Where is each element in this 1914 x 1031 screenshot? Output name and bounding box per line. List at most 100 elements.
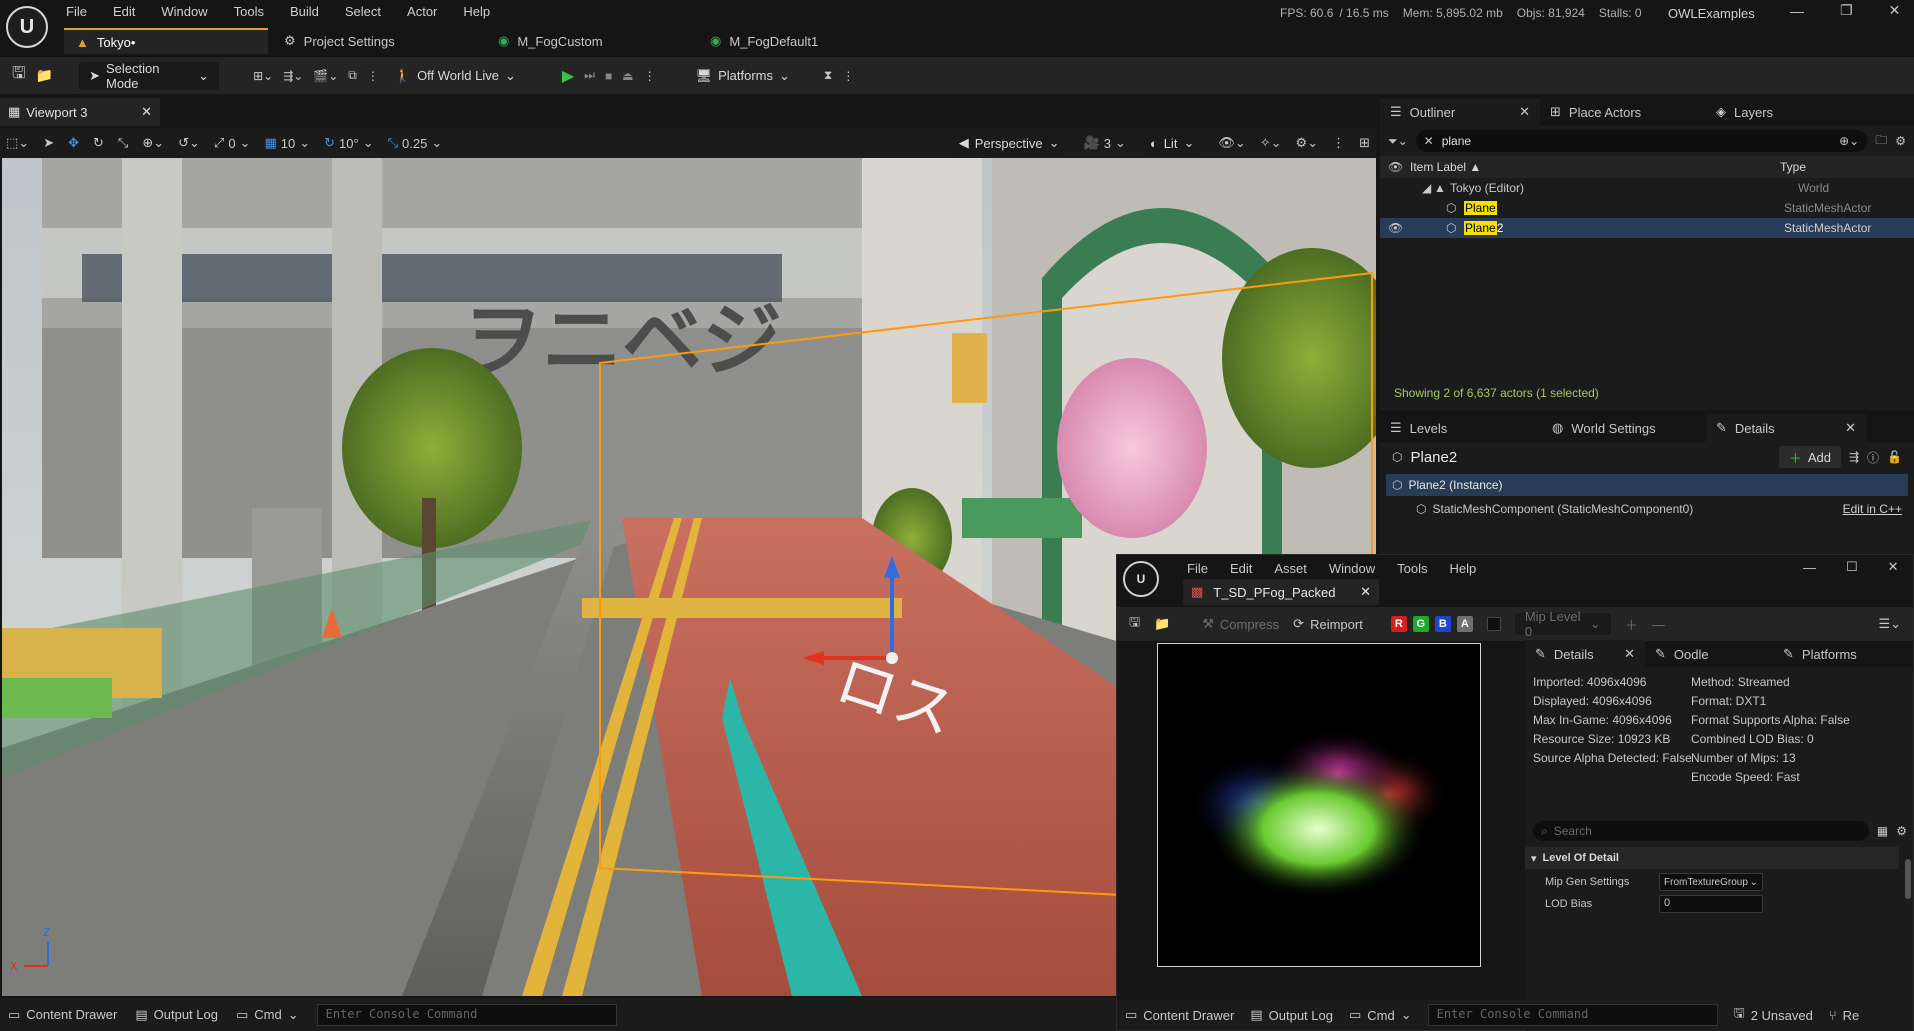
te-tab-oodle[interactable]: ✎ Oodle (1645, 640, 1773, 668)
transform-mode-icon[interactable]: ⬚⌄ (6, 135, 29, 151)
blue-channel-toggle[interactable]: B (1434, 616, 1451, 632)
step-icon[interactable]: ⏭ (584, 68, 595, 83)
lock-icon[interactable]: 🔓 (1887, 450, 1902, 464)
save-icon[interactable]: 🖫 (1129, 613, 1140, 635)
perspective-dropdown[interactable]: ◀ Perspective ⌄ (948, 132, 1070, 154)
te-menu-help[interactable]: Help (1449, 561, 1476, 576)
more-icon[interactable]: ⋮ (842, 69, 854, 83)
tab-place-actors[interactable]: ⊞ Place Actors (1540, 98, 1706, 126)
unsaved-button[interactable]: 🖫 2 Unsaved (1734, 1004, 1813, 1026)
scale-snap[interactable]: ⤡ 0.25 ⌄ (388, 135, 443, 151)
camera-speed[interactable]: 🎥 3 ⌄ (1084, 135, 1126, 151)
te-menu-asset[interactable]: Asset (1274, 561, 1307, 576)
view-mode-dropdown[interactable]: ◐ Lit ⌄ (1139, 132, 1205, 154)
te-content-drawer-button[interactable]: ▭ Content Drawer (1125, 1007, 1234, 1023)
select-tool-icon[interactable]: ➤ (43, 135, 54, 151)
compress-button[interactable]: ⚒ Compress (1202, 616, 1279, 632)
tree-row-plane2[interactable]: 👁 ⬡ Plane2 StaticMeshActor (1380, 218, 1914, 238)
save-icon[interactable]: 🖫 (12, 62, 26, 89)
mip-gen-dropdown[interactable]: FromTextureGroup ⌄ (1659, 873, 1763, 891)
minimize-icon[interactable]: — (1790, 3, 1804, 19)
more-icon[interactable]: ⋮ (1332, 135, 1345, 151)
close-icon[interactable]: ✕ (1360, 584, 1371, 600)
te-menu-tools[interactable]: Tools (1397, 561, 1427, 576)
visibility-icon[interactable]: 👁 (1388, 160, 1410, 174)
rotate-tool-icon[interactable]: ↻ (93, 135, 104, 151)
tree-row-plane[interactable]: ⬡ Plane StaticMeshActor (1380, 198, 1914, 218)
console-input[interactable]: Enter Console Command (316, 1003, 617, 1026)
move-tool-icon[interactable]: ✥ (68, 135, 79, 151)
expand-icon[interactable]: ◢ (1422, 181, 1434, 195)
maximize-icon[interactable]: ☐ (1846, 559, 1858, 575)
menu-icon[interactable]: ☰⌄ (1878, 616, 1901, 632)
viewport-tab[interactable]: ▦ Viewport 3 ✕ (0, 98, 160, 126)
scrollbar[interactable] (1905, 859, 1911, 899)
content-drawer-button[interactable]: ▭ Content Drawer (8, 1007, 117, 1023)
more-icon[interactable]: ⋮ (644, 69, 656, 83)
help-icon[interactable]: ⓘ (1867, 449, 1879, 466)
platforms-dropdown[interactable]: 🖥 Platforms ⌄ (690, 62, 796, 90)
col-type[interactable]: Type (1780, 160, 1806, 174)
te-menu-window[interactable]: Window (1329, 561, 1375, 576)
world-space-icon[interactable]: ⊕⌄ (142, 135, 164, 151)
close-icon[interactable]: ✕ (141, 104, 152, 120)
lod-bias-input[interactable]: 0 (1659, 895, 1763, 913)
instance-row[interactable]: ⬡ Plane2 (Instance) (1386, 474, 1908, 496)
world-dropdown[interactable]: 🚶 Off World Live ⌄ (389, 62, 522, 90)
tab-texture-asset[interactable]: ▩ T_SD_PFog_Packed ✕ (1183, 579, 1379, 605)
menu-edit[interactable]: Edit (113, 4, 149, 19)
show-icon[interactable]: 👁⌄ (1218, 135, 1245, 151)
save-filter-icon[interactable]: 🗀 (1875, 131, 1887, 152)
edit-in-cpp-link[interactable]: Edit in C++ (1843, 502, 1902, 516)
te-console-input[interactable]: Enter Console Command (1427, 1004, 1718, 1026)
close-icon[interactable]: ✕ (1519, 104, 1530, 120)
menu-build[interactable]: Build (290, 4, 333, 19)
menu-file[interactable]: File (66, 4, 101, 19)
visibility-icon[interactable]: 👁 (1388, 221, 1446, 235)
tab-tokyo[interactable]: ▲ Tokyo• (64, 28, 268, 54)
menu-select[interactable]: Select (345, 4, 395, 19)
scale-tool-icon[interactable]: ⤡ (118, 135, 128, 151)
tab-layers[interactable]: ◈ Layers (1706, 98, 1783, 126)
add-component-button[interactable]: ＋ Add (1778, 446, 1841, 468)
texture-preview[interactable] (1157, 643, 1481, 967)
tab-outliner[interactable]: ☰ Outliner ✕ (1380, 98, 1540, 126)
tree-row-world[interactable]: ◢ ▲ Tokyo (Editor) World (1380, 178, 1914, 198)
mip-level-dropdown[interactable]: Mip Level 0 ⌄ (1514, 609, 1611, 639)
menu-window[interactable]: Window (161, 4, 221, 19)
add-filter-icon[interactable]: ⊕⌄ (1839, 134, 1859, 148)
tab-levels[interactable]: ☰ Levels (1380, 414, 1542, 442)
browse-icon[interactable]: 📁 (36, 67, 53, 84)
blueprint-icon[interactable]: ⇶⌄ (283, 69, 303, 83)
unreal-logo-icon[interactable]: U (1123, 561, 1159, 597)
plus-icon[interactable]: ＋ (1625, 615, 1638, 634)
restore-icon[interactable]: ❐ (1840, 2, 1853, 19)
outliner-search-input[interactable]: ✕ plane ⊕⌄ (1415, 130, 1868, 152)
menu-tools[interactable]: Tools (234, 4, 278, 19)
te-tab-details[interactable]: ✎ Details ✕ (1525, 640, 1645, 668)
actor-name[interactable]: Plane2 (1410, 449, 1770, 466)
output-log-button[interactable]: ▤ Output Log (135, 1007, 218, 1023)
stop-icon[interactable]: ■ (605, 69, 612, 83)
table-view-icon[interactable]: ▦ (1877, 824, 1888, 838)
viewport-settings-icon[interactable]: ⚙⌄ (1296, 135, 1319, 151)
cmd-dropdown[interactable]: ▭ Cmd ⌄ (236, 1007, 299, 1023)
surface-snap-icon[interactable]: ↺⌄ (178, 135, 200, 151)
close-icon[interactable]: ✕ (1624, 646, 1635, 662)
layout-icon[interactable]: ⊞ (1359, 135, 1370, 151)
cinematics-icon[interactable]: 🎬⌄ (313, 69, 338, 83)
reimport-button[interactable]: ⟳ Reimport (1293, 616, 1363, 632)
tab-m-fogcustom[interactable]: ◉ M_FogCustom (486, 28, 615, 54)
clear-search-icon[interactable]: ✕ (1424, 134, 1434, 148)
tab-details[interactable]: ✎ Details ✕ (1706, 414, 1866, 442)
green-channel-toggle[interactable]: G (1412, 616, 1429, 632)
close-icon[interactable]: ✕ (1889, 2, 1901, 19)
component-row[interactable]: ⬡ StaticMeshComponent (StaticMeshCompone… (1386, 498, 1908, 520)
settings-icon[interactable]: ⚙ (1895, 134, 1906, 148)
eject-icon[interactable]: ⏏ (622, 69, 633, 83)
te-output-log-button[interactable]: ▤ Output Log (1250, 1007, 1333, 1023)
tab-m-fogdefault1[interactable]: ◉ M_FogDefault1 (698, 28, 830, 54)
unreal-logo-icon[interactable]: U (6, 6, 48, 48)
play-icon[interactable]: ▶ (562, 66, 574, 86)
red-channel-toggle[interactable]: R (1390, 616, 1407, 632)
